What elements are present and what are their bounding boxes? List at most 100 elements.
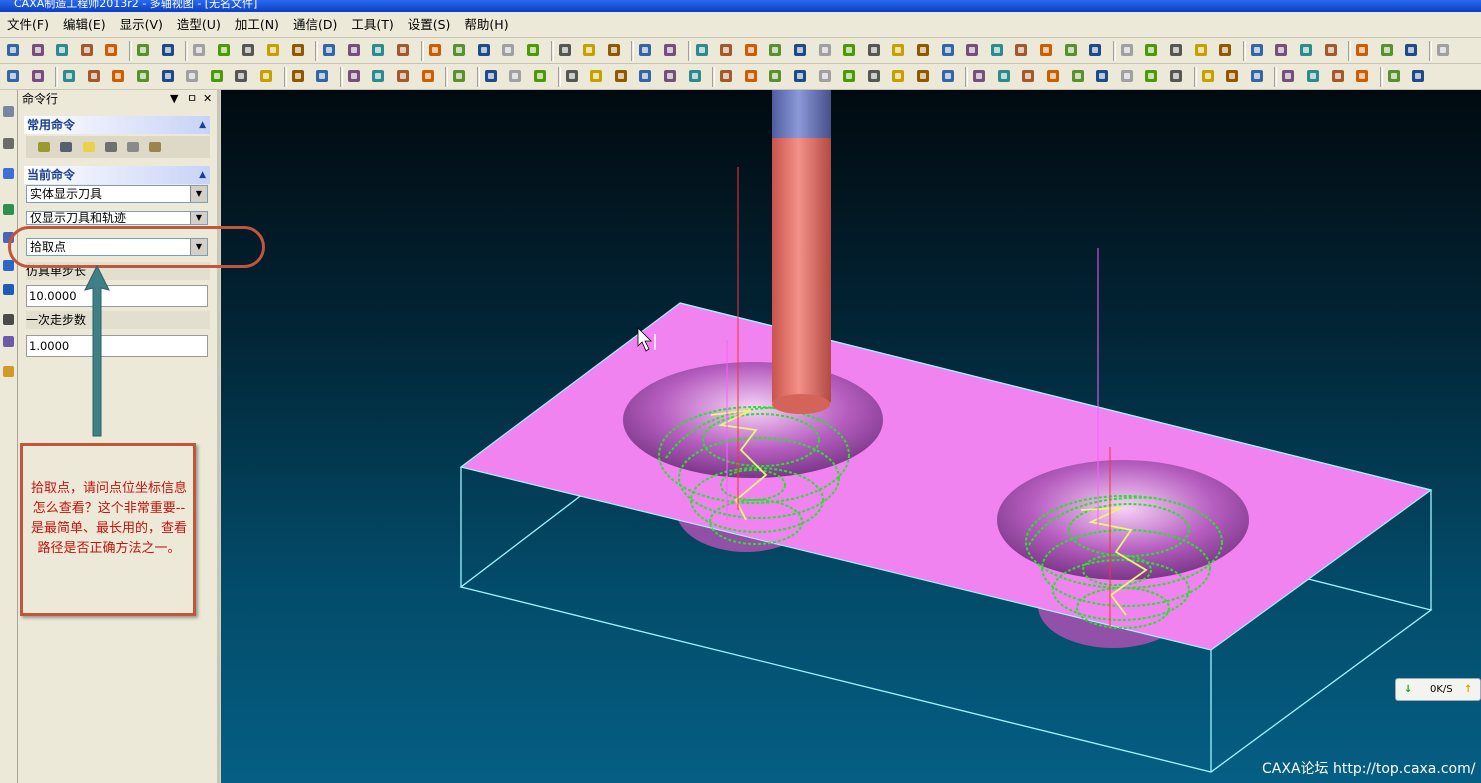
main-tool-icon[interactable]: [103, 42, 119, 58]
machining-tool-icon[interactable]: [184, 68, 200, 84]
main-tool-icon[interactable]: [1249, 42, 1265, 58]
machining-tool-icon[interactable]: [564, 68, 580, 84]
main-tool-icon[interactable]: [718, 42, 734, 58]
menu-communication[interactable]: 通信(D): [286, 12, 344, 38]
main-tool-icon[interactable]: [743, 42, 759, 58]
machining-tool-icon[interactable]: [290, 68, 306, 84]
machining-tool-icon[interactable]: [1224, 68, 1240, 84]
machining-tool-icon[interactable]: [662, 68, 678, 84]
main-tool-icon[interactable]: [525, 42, 541, 58]
main-tool-icon[interactable]: [606, 42, 622, 58]
tool-shank[interactable]: [772, 138, 831, 411]
machining-tool-icon[interactable]: [1070, 68, 1086, 84]
3d-viewport[interactable]: [221, 90, 1481, 783]
machining-tool-icon[interactable]: [767, 68, 783, 84]
main-tool-icon[interactable]: [1354, 42, 1370, 58]
menu-modeling[interactable]: 造型(U): [170, 12, 228, 38]
main-tool-icon[interactable]: [581, 42, 597, 58]
main-tool-icon[interactable]: [427, 42, 443, 58]
main-tool-icon[interactable]: [1038, 42, 1054, 58]
machining-tool-icon[interactable]: [160, 68, 176, 84]
machining-tool-icon[interactable]: [792, 68, 808, 84]
copy-icon[interactable]: [125, 139, 141, 155]
machining-tool-icon[interactable]: [915, 68, 931, 84]
machining-tool-icon[interactable]: [314, 68, 330, 84]
main-tool-icon[interactable]: [1119, 42, 1135, 58]
machining-tool-icon[interactable]: [395, 68, 411, 84]
machining-tool-icon[interactable]: [1045, 68, 1061, 84]
pocket-left[interactable]: [623, 362, 883, 478]
main-tool-icon[interactable]: [1403, 42, 1419, 58]
machining-tool-icon[interactable]: [890, 68, 906, 84]
menu-file[interactable]: 文件(F): [0, 12, 56, 38]
link-tool-icon[interactable]: [1, 282, 16, 297]
machining-tool-icon[interactable]: [110, 68, 126, 84]
menu-edit[interactable]: 编辑(E): [56, 12, 113, 38]
main-tool-icon[interactable]: [54, 42, 70, 58]
machining-tool-icon[interactable]: [1330, 68, 1346, 84]
machining-tool-icon[interactable]: [258, 68, 274, 84]
main-tool-icon[interactable]: [1193, 42, 1209, 58]
main-tool-icon[interactable]: [451, 42, 467, 58]
machining-tool-icon[interactable]: [718, 68, 734, 84]
main-tool-icon[interactable]: [240, 42, 256, 58]
machining-tool-icon[interactable]: [61, 68, 77, 84]
main-tool-icon[interactable]: [1273, 42, 1289, 58]
machining-tool-icon[interactable]: [1280, 68, 1296, 84]
machining-tool-icon[interactable]: [1410, 68, 1426, 84]
main-tool-icon[interactable]: [841, 42, 857, 58]
panel-pin-icon[interactable]: ㅁ: [187, 90, 197, 108]
main-tool-icon[interactable]: [557, 42, 573, 58]
main-tool-icon[interactable]: [1298, 42, 1314, 58]
machining-tool-icon[interactable]: [613, 68, 629, 84]
machining-tool-icon[interactable]: [817, 68, 833, 84]
main-tool-icon[interactable]: [216, 42, 232, 58]
main-tool-icon[interactable]: [915, 42, 931, 58]
machining-tool-icon[interactable]: [1305, 68, 1321, 84]
main-tool-icon[interactable]: [370, 42, 386, 58]
machining-tool-icon[interactable]: [743, 68, 759, 84]
machining-tool-icon[interactable]: [1094, 68, 1110, 84]
machining-tool-icon[interactable]: [420, 68, 436, 84]
machining-tool-icon[interactable]: [1354, 68, 1370, 84]
select-arrow-icon[interactable]: [1, 104, 16, 119]
main-tool-icon[interactable]: [1323, 42, 1339, 58]
eraser-icon[interactable]: [81, 139, 97, 155]
main-tool-icon[interactable]: [866, 42, 882, 58]
machining-tool-icon[interactable]: [346, 68, 362, 84]
machining-tool-icon[interactable]: [1168, 68, 1184, 84]
main-tool-icon[interactable]: [5, 42, 21, 58]
menu-help[interactable]: 帮助(H): [457, 12, 515, 38]
machining-tool-icon[interactable]: [135, 68, 151, 84]
main-tool-icon[interactable]: [817, 42, 833, 58]
machining-tool-icon[interactable]: [687, 68, 703, 84]
main-tool-icon[interactable]: [637, 42, 653, 58]
menu-settings[interactable]: 设置(S): [401, 12, 458, 38]
machining-tool-icon[interactable]: [209, 68, 225, 84]
tool-display-select[interactable]: 实体显示刀具 ▼: [26, 185, 208, 203]
chevron-down-icon[interactable]: ▼: [190, 212, 207, 224]
machining-tool-icon[interactable]: [1386, 68, 1402, 84]
main-tool-icon[interactable]: [191, 42, 207, 58]
main-tool-icon[interactable]: [890, 42, 906, 58]
main-tool-icon[interactable]: [395, 42, 411, 58]
trim-tool-icon[interactable]: [1, 312, 16, 327]
measure-icon[interactable]: [103, 139, 119, 155]
main-tool-icon[interactable]: [1063, 42, 1079, 58]
main-tool-icon[interactable]: [1435, 42, 1451, 58]
machining-tool-icon[interactable]: [971, 68, 987, 84]
machining-tool-icon[interactable]: [637, 68, 653, 84]
main-tool-icon[interactable]: [1013, 42, 1029, 58]
main-tool-icon[interactable]: [500, 42, 516, 58]
line-icon[interactable]: [58, 139, 74, 155]
machining-tool-icon[interactable]: [370, 68, 386, 84]
panel-menu-chevron-icon[interactable]: ▼: [170, 90, 178, 108]
measure-tool-icon[interactable]: [1, 364, 16, 379]
machining-tool-icon[interactable]: [233, 68, 249, 84]
machining-tool-icon[interactable]: [1119, 68, 1135, 84]
network-status-widget[interactable]: ↓ 0K/S ↑: [1395, 678, 1481, 701]
machining-tool-icon[interactable]: [1143, 68, 1159, 84]
main-tool-icon[interactable]: [79, 42, 95, 58]
feature-tree-icon[interactable]: [1, 166, 16, 181]
collapse-caret-icon[interactable]: ▲: [199, 166, 206, 184]
